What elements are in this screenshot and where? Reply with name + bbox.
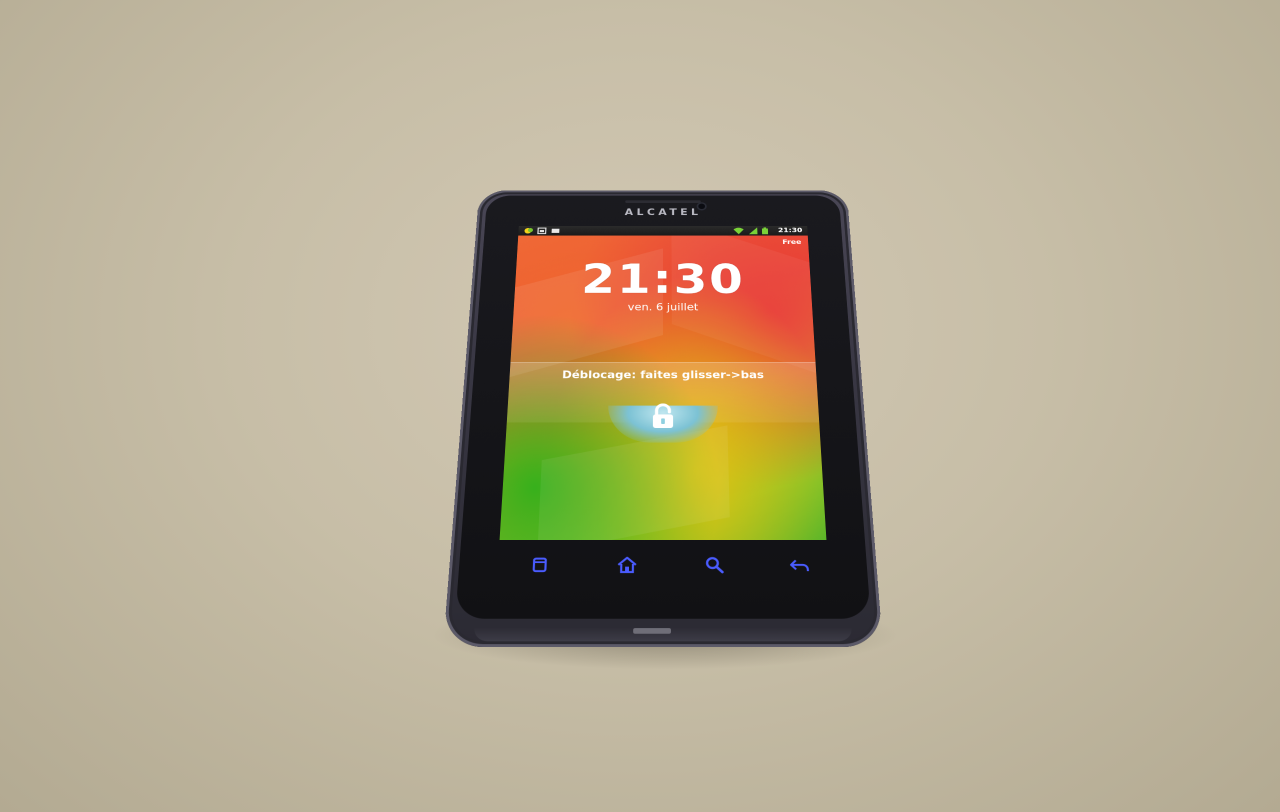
brand-logo: ALCATEL <box>624 207 702 218</box>
carrier-label: Free <box>782 239 802 247</box>
phone-bottom-edge <box>473 628 853 642</box>
status-bar: 21:30 <box>518 226 808 236</box>
usb-port <box>633 628 671 634</box>
phone: ALCATEL 21:30 Free 21:30 ven. 6 juillet … <box>443 190 883 647</box>
back-key-icon[interactable] <box>787 553 813 576</box>
lock-clock: 21:30 <box>580 256 746 303</box>
lock-screen[interactable]: 21:30 Free 21:30 ven. 6 juillet Déblocag… <box>499 226 827 541</box>
signal-icon <box>748 227 758 235</box>
notification-icon <box>524 228 534 234</box>
home-key-icon[interactable] <box>614 553 640 576</box>
message-icon <box>551 228 560 233</box>
unlock-hint: Déblocage: faites glisser->bas <box>561 369 765 382</box>
calendar-icon <box>537 227 547 234</box>
lock-icon[interactable] <box>648 402 678 431</box>
wifi-icon <box>733 227 744 235</box>
lock-date: ven. 6 juillet <box>627 302 699 314</box>
earpiece-speaker <box>625 200 701 203</box>
phone-face: ALCATEL 21:30 Free 21:30 ven. 6 juillet … <box>455 195 871 619</box>
battery-icon <box>761 227 769 235</box>
wallpaper-facet <box>537 425 730 541</box>
menu-key-icon[interactable] <box>527 553 553 576</box>
search-key-icon[interactable] <box>702 553 728 576</box>
status-time: 21:30 <box>777 227 803 235</box>
capacitive-keys <box>497 553 829 580</box>
